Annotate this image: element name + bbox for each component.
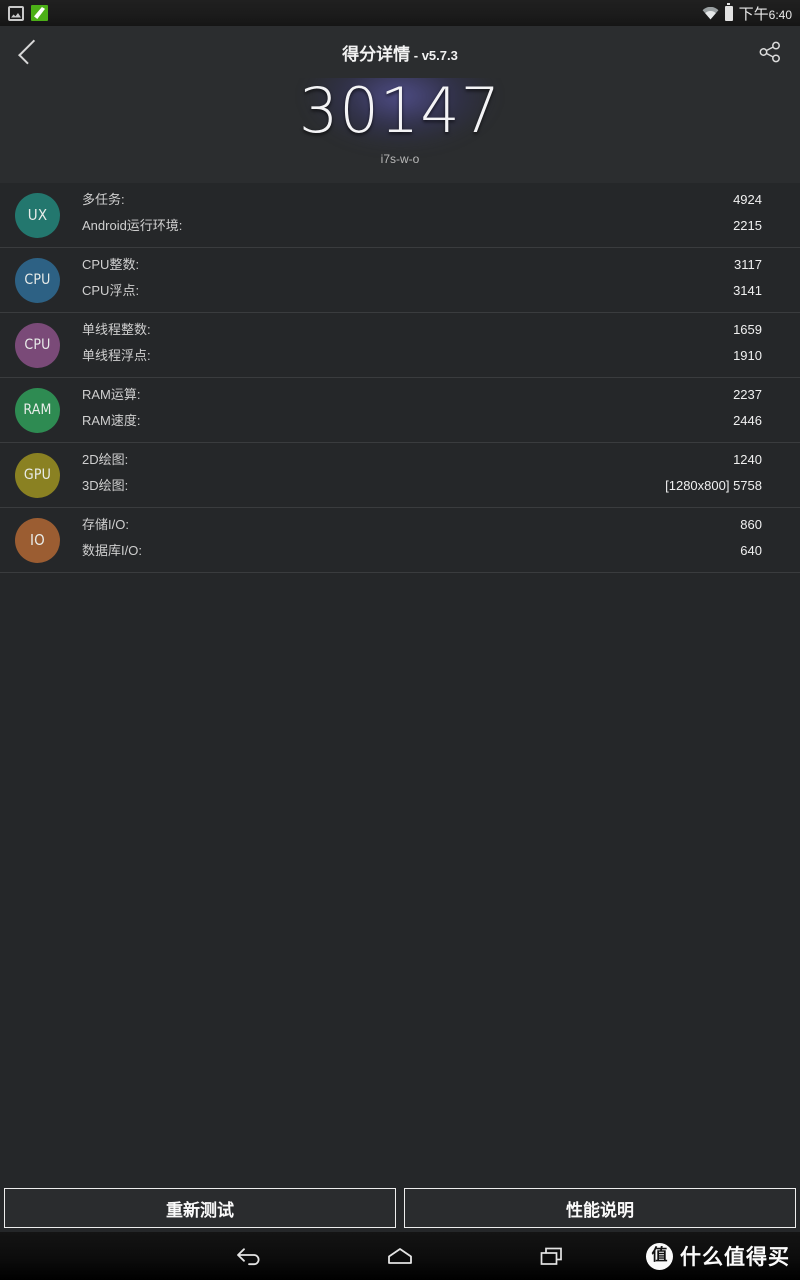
metric-label: RAM运算: <box>82 387 141 402</box>
antutu-app-icon <box>31 5 48 21</box>
metric-value: 3141 <box>733 283 762 298</box>
metric-group: 多任务: 4924 Android运行环境: 2215 <box>60 189 800 241</box>
status-bar: 下午6:40 <box>0 0 800 26</box>
android-navigation-bar: 值 什么值得买 <box>0 1232 800 1280</box>
performance-info-button[interactable]: 性能说明 <box>404 1188 796 1228</box>
page-title-text: 得分详情 <box>342 44 411 64</box>
page-title: 得分详情 - v5.7.3 <box>0 40 800 65</box>
metric-line: Android运行环境: 2215 <box>82 215 762 241</box>
watermark-text: 什么值得买 <box>680 1246 790 1269</box>
device-name: i7s-w-o <box>380 152 420 166</box>
nav-back-button[interactable] <box>218 1232 278 1280</box>
battery-icon <box>724 3 733 21</box>
metric-value: 1240 <box>733 452 762 467</box>
metric-label: CPU整数: <box>82 257 140 272</box>
metric-line: CPU浮点: 3141 <box>82 280 762 306</box>
metric-value: 1659 <box>733 322 762 337</box>
metric-label: Android运行环境: <box>82 218 183 233</box>
metric-line: 3D绘图: [1280x800] 5758 <box>82 475 762 501</box>
metric-label: RAM速度: <box>82 413 141 428</box>
metric-value: 640 <box>740 543 762 558</box>
metric-value: 2237 <box>733 387 762 402</box>
metric-label: 3D绘图: <box>82 478 129 493</box>
total-score: 30147 <box>298 78 502 147</box>
metric-label: 2D绘图: <box>82 452 129 467</box>
category-badge-ux-0: UX <box>15 192 60 238</box>
nav-home-button[interactable] <box>370 1232 430 1280</box>
metric-line: 单线程整数: 1659 <box>82 319 762 345</box>
status-bar-right-icons: 下午6:40 <box>702 3 800 24</box>
metric-label: 单线程整数: <box>82 322 151 337</box>
clock-ampm: 下午 <box>738 5 769 23</box>
metric-value: 860 <box>740 517 762 532</box>
metric-value: [1280x800] 5758 <box>665 478 762 493</box>
metric-line: RAM速度: 2446 <box>82 410 762 436</box>
metric-label: CPU浮点: <box>82 283 140 298</box>
category-badge-io-5: IO <box>15 517 60 563</box>
back-chevron-icon <box>18 39 43 65</box>
bottom-button-bar: 重新测试 性能说明 <box>0 1184 800 1232</box>
score-row[interactable]: UX 多任务: 4924 Android运行环境: 2215 <box>0 183 800 248</box>
share-icon <box>759 41 780 63</box>
score-row[interactable]: IO 存储I/O: 860 数据库I/O: 640 <box>0 508 800 573</box>
watermark: 值 什么值得买 <box>646 1241 790 1271</box>
nav-recents-button[interactable] <box>522 1232 582 1280</box>
smzdm-logo-icon: 值 <box>646 1242 673 1270</box>
category-badge-gpu-4: GPU <box>15 452 60 498</box>
metric-value: 2215 <box>733 218 762 233</box>
score-hero: 30147 i7s-w-o <box>0 78 800 183</box>
score-row[interactable]: GPU 2D绘图: 1240 3D绘图: [1280x800] 5758 <box>0 443 800 508</box>
category-badge-cpu-2: CPU <box>15 322 60 368</box>
share-button[interactable] <box>740 26 800 78</box>
metric-group: CPU整数: 3117 CPU浮点: 3141 <box>60 254 800 306</box>
status-bar-left-icons <box>0 5 48 21</box>
page-title-separator: - <box>410 47 422 63</box>
score-row[interactable]: CPU CPU整数: 3117 CPU浮点: 3141 <box>0 248 800 313</box>
score-row[interactable]: CPU 单线程整数: 1659 单线程浮点: 1910 <box>0 313 800 378</box>
nav-home-icon <box>388 1248 412 1264</box>
metric-label: 多任务: <box>82 192 125 207</box>
metric-value: 1910 <box>733 348 762 363</box>
clock-time: 6:40 <box>768 7 792 22</box>
category-badge-cpu-1: CPU <box>15 257 60 303</box>
score-row[interactable]: RAM RAM运算: 2237 RAM速度: 2446 <box>0 378 800 443</box>
category-badge-ram-3: RAM <box>15 387 60 433</box>
action-bar: 得分详情 - v5.7.3 <box>0 26 800 78</box>
metric-group: 2D绘图: 1240 3D绘图: [1280x800] 5758 <box>60 449 800 501</box>
metric-label: 存储I/O: <box>82 517 129 532</box>
metric-group: 存储I/O: 860 数据库I/O: 640 <box>60 514 800 566</box>
metric-value: 2446 <box>733 413 762 428</box>
nav-back-icon <box>237 1248 260 1266</box>
metric-group: 单线程整数: 1659 单线程浮点: 1910 <box>60 319 800 371</box>
nav-recents-icon <box>540 1247 562 1265</box>
app-root: 下午6:40 得分详情 - v5.7.3 30147 i7s-w-o UX 多任务… <box>0 0 800 1280</box>
metric-line: CPU整数: 3117 <box>82 254 762 280</box>
metric-label: 单线程浮点: <box>82 348 151 363</box>
metric-label: 数据库I/O: <box>82 543 142 558</box>
status-bar-clock: 下午6:40 <box>739 3 792 24</box>
metric-line: 存储I/O: 860 <box>82 514 762 540</box>
back-button[interactable] <box>0 26 56 78</box>
screenshot-icon <box>8 5 24 21</box>
app-version: v5.7.3 <box>421 47 458 63</box>
metric-line: 2D绘图: 1240 <box>82 449 762 475</box>
metric-line: 单线程浮点: 1910 <box>82 345 762 371</box>
metric-line: RAM运算: 2237 <box>82 384 762 410</box>
metric-value: 3117 <box>734 257 762 272</box>
metric-value: 4924 <box>733 192 762 207</box>
wifi-icon <box>702 6 719 20</box>
metric-group: RAM运算: 2237 RAM速度: 2446 <box>60 384 800 436</box>
metric-line: 多任务: 4924 <box>82 189 762 215</box>
score-breakdown-list: UX 多任务: 4924 Android运行环境: 2215 CPU CPU整数: 3117 C… <box>0 183 800 573</box>
metric-line: 数据库I/O: 640 <box>82 540 762 566</box>
retest-button[interactable]: 重新测试 <box>4 1188 396 1228</box>
